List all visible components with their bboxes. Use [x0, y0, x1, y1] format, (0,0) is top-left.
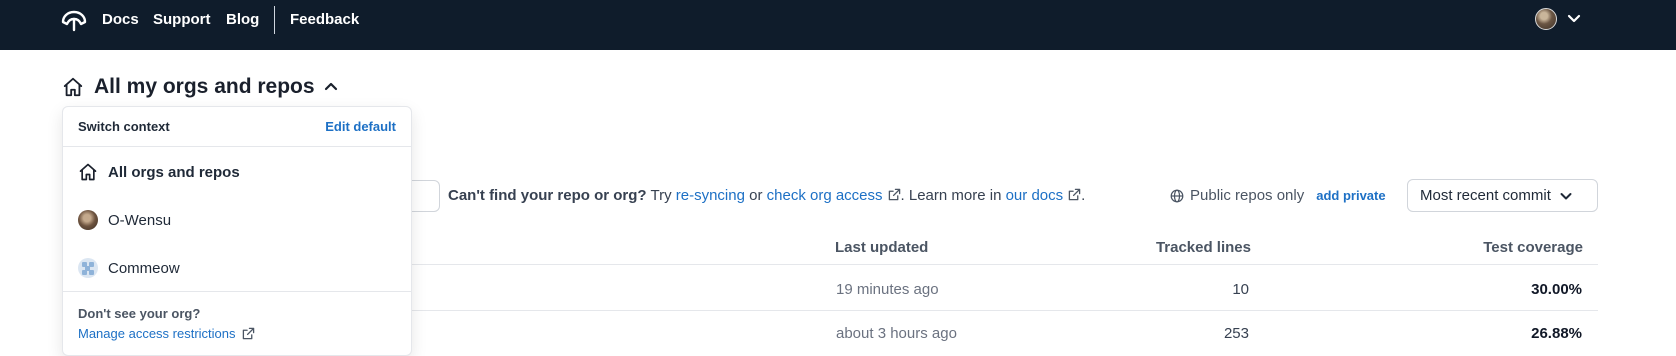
home-icon: [79, 163, 97, 181]
nav-blog-link[interactable]: Blog: [226, 10, 259, 30]
chevron-up-icon: [324, 82, 337, 91]
home-icon: [63, 77, 83, 97]
nav-divider: [274, 6, 275, 34]
help-learn: . Learn more in: [900, 187, 1002, 204]
context-option-all[interactable]: All orgs and repos: [78, 159, 240, 185]
context-switcher-button[interactable]: All my orgs and repos: [62, 74, 339, 100]
add-private-link[interactable]: add private: [1316, 186, 1385, 206]
context-option-label: Commeow: [108, 259, 180, 277]
context-title: All my orgs and repos: [94, 75, 315, 98]
sort-select[interactable]: Most recent commit: [1407, 179, 1598, 212]
row-1-test-coverage: 30.00%: [1531, 281, 1582, 298]
external-link-icon: [242, 327, 254, 340]
nav-docs-link[interactable]: Docs: [102, 10, 139, 30]
globe-icon: [1170, 189, 1184, 203]
codecov-logo-icon[interactable]: [60, 8, 88, 36]
header-divider: [410, 264, 1598, 265]
check-org-access-link[interactable]: check org access: [767, 187, 883, 204]
nav-support-link[interactable]: Support: [153, 10, 211, 30]
column-header-tracked-lines[interactable]: Tracked lines: [1156, 238, 1251, 258]
switch-context-label: Switch context: [78, 119, 170, 134]
our-docs-link[interactable]: our docs: [1006, 187, 1064, 204]
missing-org-question: Don't see your org?: [78, 306, 201, 321]
context-option-label: All orgs and repos: [108, 163, 240, 181]
context-option-label: O-Wensu: [108, 211, 172, 229]
help-or: or: [749, 187, 763, 204]
public-repos-filter: Public repos only add private: [1170, 186, 1386, 206]
column-header-test-coverage[interactable]: Test coverage: [1483, 238, 1583, 258]
help-question: Can't find your repo or org?: [448, 187, 647, 204]
top-nav-bar: Docs Support Blog Feedback: [0, 0, 1676, 50]
row-2-test-coverage: 26.88%: [1531, 325, 1582, 342]
dropdown-header: Switch context Edit default: [63, 107, 411, 147]
context-dropdown: Switch context Edit default All orgs and…: [62, 106, 412, 356]
public-repos-label: Public repos only: [1190, 187, 1305, 204]
context-option-commeow[interactable]: Commeow: [78, 255, 180, 281]
context-option-o-wensu[interactable]: O-Wensu: [78, 207, 171, 233]
chevron-down-icon: [1560, 192, 1572, 199]
nav-feedback-link[interactable]: Feedback: [290, 10, 359, 30]
repo-help-text: Can't find your repo or org? Try re-sync…: [448, 186, 1085, 206]
edit-default-link[interactable]: Edit default: [325, 119, 396, 134]
avatar: [78, 210, 98, 230]
chevron-down-icon[interactable]: [1566, 10, 1582, 26]
help-try: Try: [650, 187, 672, 204]
sort-value: Most recent commit: [1420, 187, 1551, 204]
row-2-tracked-lines: 253: [1223, 325, 1249, 342]
resync-link[interactable]: re-syncing: [676, 187, 745, 204]
help-end: .: [1081, 187, 1086, 204]
column-header-last-updated[interactable]: Last updated: [835, 238, 928, 258]
user-avatar[interactable]: [1535, 8, 1557, 30]
row-1-tracked-lines: 10: [1232, 281, 1249, 298]
row-divider: [410, 310, 1598, 311]
row-1-last-updated: 19 minutes ago: [836, 281, 939, 298]
manage-access-label: Manage access restrictions: [78, 326, 236, 341]
external-link-icon: [888, 188, 900, 201]
row-2-last-updated: about 3 hours ago: [836, 325, 957, 342]
external-link-icon: [1068, 188, 1081, 201]
manage-access-link[interactable]: Manage access restrictions: [78, 326, 255, 341]
dropdown-footer: Don't see your org? Manage access restri…: [63, 291, 411, 355]
avatar: [78, 258, 98, 278]
